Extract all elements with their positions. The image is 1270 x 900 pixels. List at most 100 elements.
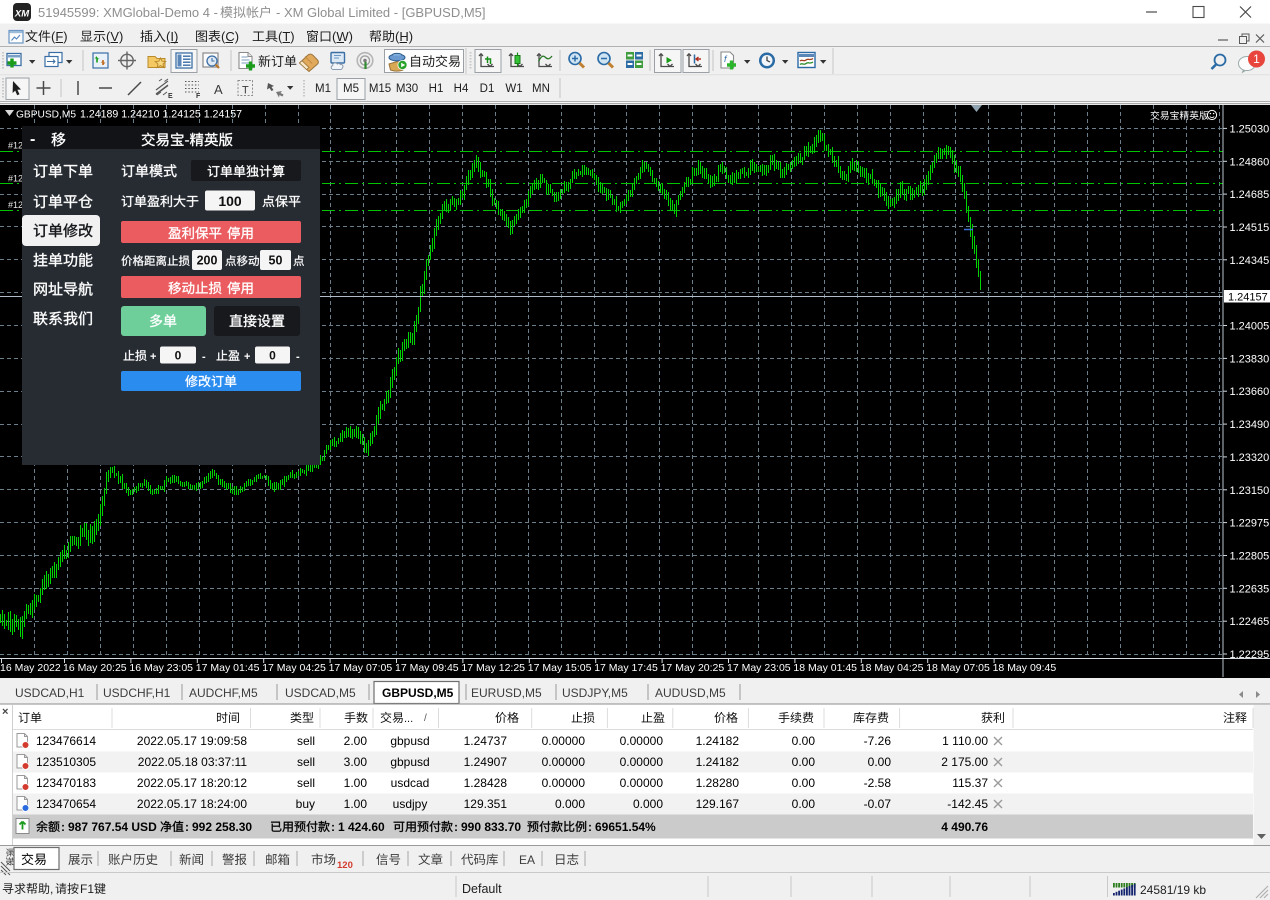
svg-text:129.167: 129.167: [696, 797, 740, 811]
svg-text:24581/19 kb: 24581/19 kb: [1140, 883, 1206, 897]
svg-text:120: 120: [337, 860, 353, 871]
svg-text:GBPUSD,M5: GBPUSD,M5: [382, 686, 454, 700]
svg-text:1 110.00: 1 110.00: [942, 734, 988, 748]
svg-text:1.24182: 1.24182: [696, 755, 740, 769]
svg-text:1.24515: 1.24515: [1230, 222, 1270, 234]
svg-text:,: ,: [50, 882, 53, 896]
svg-text:1 424.60: 1 424.60: [338, 820, 385, 834]
svg-text:18 May 01:45: 18 May 01:45: [793, 662, 857, 674]
svg-text:2022.05.17 18:20:12: 2022.05.17 18:20:12: [137, 776, 247, 790]
svg-text:18 May 07:05: 18 May 07:05: [926, 662, 990, 674]
svg-text:990 833.70: 990 833.70: [461, 820, 521, 834]
svg-text:4 490.76: 4 490.76: [941, 820, 988, 834]
svg-text:1.00: 1.00: [344, 797, 368, 811]
svg-text:0.00000: 0.00000: [542, 734, 586, 748]
svg-text:0.00000: 0.00000: [620, 734, 664, 748]
svg-text:sell: sell: [297, 734, 315, 748]
svg-text:sell: sell: [297, 755, 315, 769]
svg-text:2.00: 2.00: [344, 734, 368, 748]
svg-text:18 May 04:25: 18 May 04:25: [860, 662, 924, 674]
svg-text:1.24157: 1.24157: [1228, 292, 1268, 304]
svg-text:1.28428: 1.28428: [464, 776, 508, 790]
svg-text:M30: M30: [396, 83, 418, 95]
svg-text:1.23830: 1.23830: [1230, 353, 1270, 365]
svg-text:1: 1: [1253, 52, 1260, 66]
svg-text:0.00000: 0.00000: [542, 755, 586, 769]
svg-text:- XM Global Limited - [GBPUSD,: - XM Global Limited - [GBPUSD,M5]: [276, 5, 486, 20]
svg-text:-0.07: -0.07: [864, 797, 892, 811]
svg-text:123476614: 123476614: [36, 734, 96, 748]
svg-text:2 175.00: 2 175.00: [941, 755, 988, 769]
svg-text:(I): (I): [166, 29, 178, 44]
svg-text:17 May 20:25: 17 May 20:25: [661, 662, 725, 674]
svg-text:0.00000: 0.00000: [620, 755, 664, 769]
svg-text:(V): (V): [106, 29, 123, 44]
svg-text:-: -: [202, 351, 206, 363]
svg-text:gbpusd: gbpusd: [390, 755, 429, 769]
svg-text::: :: [185, 820, 189, 834]
svg-text:1.24345: 1.24345: [1230, 255, 1270, 267]
svg-text:usdcad: usdcad: [391, 776, 430, 790]
svg-text:(C): (C): [221, 29, 239, 44]
svg-text:1.24189 1.24210 1.24125 1.2415: 1.24189 1.24210 1.24125 1.24157: [80, 109, 242, 121]
svg-text:17 May 15:05: 17 May 15:05: [528, 662, 592, 674]
svg-text:M5: M5: [343, 83, 359, 95]
svg-text:XM: XM: [14, 9, 30, 20]
svg-text:MN: MN: [532, 83, 550, 95]
svg-text:1.23150: 1.23150: [1230, 485, 1270, 497]
svg-text:1.24860: 1.24860: [1230, 156, 1270, 168]
svg-text::: :: [61, 820, 65, 834]
svg-text:1.24005: 1.24005: [1230, 321, 1270, 333]
svg-text:123510305: 123510305: [36, 755, 96, 769]
svg-text:987 767.54 USD: 987 767.54 USD: [68, 820, 157, 834]
svg-text:...: ...: [404, 713, 413, 725]
svg-text:17 May 23:05: 17 May 23:05: [727, 662, 791, 674]
svg-text:1.22975: 1.22975: [1230, 518, 1270, 530]
svg-text:+: +: [150, 351, 156, 363]
svg-text:0.00000: 0.00000: [620, 776, 664, 790]
svg-text:17 May 07:05: 17 May 07:05: [329, 662, 393, 674]
svg-text:1.22805: 1.22805: [1230, 551, 1270, 563]
svg-text:0.00: 0.00: [792, 776, 816, 790]
svg-text:17 May 01:45: 17 May 01:45: [196, 662, 260, 674]
svg-text::: :: [454, 820, 458, 834]
svg-text:115.37: 115.37: [952, 776, 988, 790]
svg-text:0.00000: 0.00000: [542, 776, 586, 790]
svg-text:16 May 2022: 16 May 2022: [0, 662, 61, 674]
svg-text:M15: M15: [369, 83, 391, 95]
svg-text:F1: F1: [80, 882, 94, 896]
svg-text:1.22635: 1.22635: [1230, 583, 1270, 595]
svg-text:3.00: 3.00: [344, 755, 368, 769]
svg-text:0.00: 0.00: [868, 755, 892, 769]
svg-text:2022.05.18 03:37:11: 2022.05.18 03:37:11: [138, 755, 248, 769]
svg-text:123470654: 123470654: [36, 797, 96, 811]
svg-text:0: 0: [175, 349, 182, 363]
svg-text:1.24685: 1.24685: [1230, 189, 1270, 201]
svg-text:1.25030: 1.25030: [1230, 123, 1270, 135]
svg-text::: :: [588, 820, 592, 834]
svg-text:2022.05.17 18:24:00: 2022.05.17 18:24:00: [137, 797, 247, 811]
svg-text:51945599: XMGlobal-Demo 4 -: 51945599: XMGlobal-Demo 4 -: [38, 5, 218, 20]
svg-text:A: A: [214, 82, 223, 97]
svg-text:-7.26: -7.26: [864, 734, 892, 748]
svg-text:0.00: 0.00: [792, 755, 816, 769]
svg-text:0.00: 0.00: [792, 797, 816, 811]
svg-text:-142.45: -142.45: [947, 797, 988, 811]
svg-text:-: -: [30, 131, 35, 148]
svg-text:buy: buy: [296, 797, 315, 811]
svg-text:H4: H4: [454, 83, 469, 95]
svg-text:F: F: [196, 93, 201, 100]
svg-text:1.24737: 1.24737: [464, 734, 508, 748]
svg-text:17 May 09:45: 17 May 09:45: [395, 662, 459, 674]
svg-text:1.23660: 1.23660: [1230, 386, 1270, 398]
svg-text:129.351: 129.351: [464, 797, 508, 811]
svg-text:-2.58: -2.58: [864, 776, 892, 790]
svg-text:AUDUSD,M5: AUDUSD,M5: [655, 686, 726, 700]
svg-text:gbpusd: gbpusd: [390, 734, 429, 748]
svg-text:(T): (T): [278, 29, 295, 44]
svg-text:(H): (H): [395, 29, 413, 44]
svg-text:EURUSD,M5: EURUSD,M5: [471, 686, 542, 700]
svg-text:T: T: [242, 85, 249, 97]
svg-text:1.28280: 1.28280: [696, 776, 740, 790]
svg-text:E: E: [168, 93, 173, 100]
